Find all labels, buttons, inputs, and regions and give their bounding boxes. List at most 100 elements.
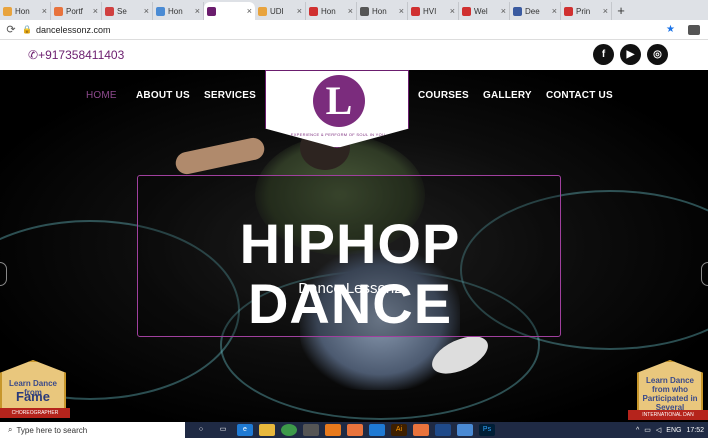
close-icon[interactable]: × (195, 6, 200, 16)
instagram-icon[interactable]: ◎ (647, 44, 668, 65)
nav-contact-us[interactable]: CONTACT US (546, 90, 613, 101)
close-icon[interactable]: × (552, 6, 557, 16)
bookmark-star-icon[interactable]: ★ (666, 24, 680, 35)
social-links: f ▶ ◎ (593, 44, 668, 65)
site-logo[interactable]: L EXPERIENCE & PERFORM OF SOUL IN YOU (265, 70, 409, 148)
tab-title: Portf (66, 6, 83, 16)
close-icon[interactable]: × (247, 6, 252, 16)
hero-section: HOME ABOUT US SERVICES COURSES GALLERY C… (0, 70, 708, 422)
tab-favicon-icon (564, 6, 573, 16)
tab-title: UDI (270, 6, 284, 16)
nav-gallery[interactable]: GALLERY (483, 90, 532, 101)
lock-icon[interactable]: 🔒 (22, 25, 32, 34)
browser-tab[interactable]: Wel × (459, 2, 510, 20)
task-view-icon[interactable]: ▭ (215, 424, 231, 436)
slider-prev-arrow[interactable] (0, 262, 7, 286)
tab-title: Prin (576, 6, 591, 16)
logo-letter: L (313, 75, 365, 127)
browser-tab[interactable]: Portf × (51, 2, 102, 20)
reload-icon[interactable]: ⟳ (0, 23, 22, 36)
browser-tab[interactable]: Hon × (0, 2, 51, 20)
close-icon[interactable]: × (399, 6, 404, 16)
browser-tab[interactable]: Hon × (306, 2, 357, 20)
xampp-icon[interactable] (413, 424, 429, 436)
sublime-icon[interactable] (347, 424, 363, 436)
browser-tab[interactable]: Hon × (357, 2, 408, 20)
chrome-icon[interactable] (281, 424, 297, 436)
phone-number[interactable]: ✆+917358411403 (28, 48, 124, 62)
browser-tab[interactable]: HVI × (408, 2, 459, 20)
tab-title: Hon (15, 6, 30, 16)
network-icon[interactable]: ▭ (644, 426, 651, 434)
tab-favicon-icon (105, 6, 114, 16)
browser-tab[interactable]: Dee × (510, 2, 561, 20)
tab-title: Hon (168, 6, 183, 16)
tab-favicon-icon (309, 6, 318, 16)
browser-tab[interactable]: Hon × (153, 2, 204, 20)
close-icon[interactable]: × (450, 6, 455, 16)
close-icon[interactable]: × (348, 6, 353, 16)
tab-favicon-icon (3, 6, 12, 16)
browser-tab-bar: Hon × Portf × Se × Hon × × UDI × Hon × Hon × HVI × Wel × De… (0, 0, 708, 20)
tab-title: Hon (321, 6, 336, 16)
close-icon[interactable]: × (93, 6, 98, 16)
youtube-icon[interactable]: ▶ (620, 44, 641, 65)
file-explorer-icon[interactable] (259, 424, 275, 436)
volume-icon[interactable]: ◁ (656, 426, 661, 434)
photos-icon[interactable] (457, 424, 473, 436)
vlc-icon[interactable] (325, 424, 341, 436)
clock[interactable]: 17:52 (686, 427, 704, 434)
close-icon[interactable]: × (144, 6, 149, 16)
tab-title: Se (117, 6, 127, 16)
logo-tagline: EXPERIENCE & PERFORM OF SOUL IN YOU (290, 132, 386, 137)
hero-subtitle: Dance Lessonz (298, 280, 402, 297)
browser-tab[interactable]: Prin × (561, 2, 612, 20)
facebook-icon[interactable]: f (593, 44, 614, 65)
close-icon[interactable]: × (501, 6, 506, 16)
new-tab-button[interactable]: + (612, 2, 630, 20)
tab-favicon-icon (360, 6, 369, 16)
address-bar: ⟳ 🔒 dancelessonz.com ★ (0, 20, 708, 40)
nav-about-us[interactable]: ABOUT US (136, 90, 190, 101)
browser-tab[interactable]: × (204, 2, 255, 20)
hero-title-box: HIPHOP DANCE Dance Lessonz (137, 175, 561, 337)
nav-home[interactable]: HOME (86, 90, 117, 101)
tab-favicon-icon (258, 6, 267, 16)
search-icon: ⌕ (8, 425, 13, 434)
browser-tab[interactable]: Se × (102, 2, 153, 20)
nav-services[interactable]: SERVICES (204, 90, 256, 101)
store-icon[interactable] (303, 424, 319, 436)
system-tray: ^ ▭ ◁ ENG 17:52 (636, 426, 708, 435)
taskbar-search[interactable]: ⌕ Type here to search (0, 422, 185, 438)
hero-title: HIPHOP DANCE (239, 212, 461, 335)
site-top-bar: ✆+917358411403 f ▶ ◎ (0, 40, 708, 70)
vscode-icon[interactable] (369, 424, 385, 436)
tab-favicon-icon (156, 6, 165, 16)
photoshop-icon[interactable]: Ps (479, 424, 495, 436)
cortana-icon[interactable]: ○ (193, 424, 209, 436)
app-icon[interactable] (435, 424, 451, 436)
search-placeholder: Type here to search (16, 425, 88, 435)
badge-right-ribbon: INTERNATIONAL DAN (628, 410, 708, 420)
illustrator-icon[interactable]: Ai (391, 424, 407, 436)
tab-title: HVI (423, 6, 437, 16)
badge-left-line2: Fame (16, 389, 50, 404)
slider-next-arrow[interactable] (701, 262, 708, 286)
edge-icon[interactable]: e (237, 424, 253, 436)
tab-title: Dee (525, 6, 540, 16)
tab-favicon-icon (207, 6, 216, 16)
chevron-up-icon[interactable]: ^ (636, 427, 639, 434)
nav-courses[interactable]: COURSES (418, 90, 469, 101)
windows-taskbar: ⌕ Type here to search ○ ▭ e Ai Ps ^ ▭ ◁ … (0, 422, 708, 438)
language-indicator[interactable]: ENG (666, 427, 681, 434)
dancer-arm (173, 135, 267, 177)
url-field[interactable]: dancelessonz.com (36, 25, 666, 35)
taskbar-apps: ○ ▭ e Ai Ps (193, 424, 495, 436)
badge-left-ribbon: CHOREOGRAPHER (0, 408, 70, 418)
close-icon[interactable]: × (603, 6, 608, 16)
extension-icon[interactable] (688, 24, 700, 35)
tab-favicon-icon (411, 6, 420, 16)
close-icon[interactable]: × (42, 6, 47, 16)
close-icon[interactable]: × (297, 6, 302, 16)
browser-tab[interactable]: UDI × (255, 2, 306, 20)
